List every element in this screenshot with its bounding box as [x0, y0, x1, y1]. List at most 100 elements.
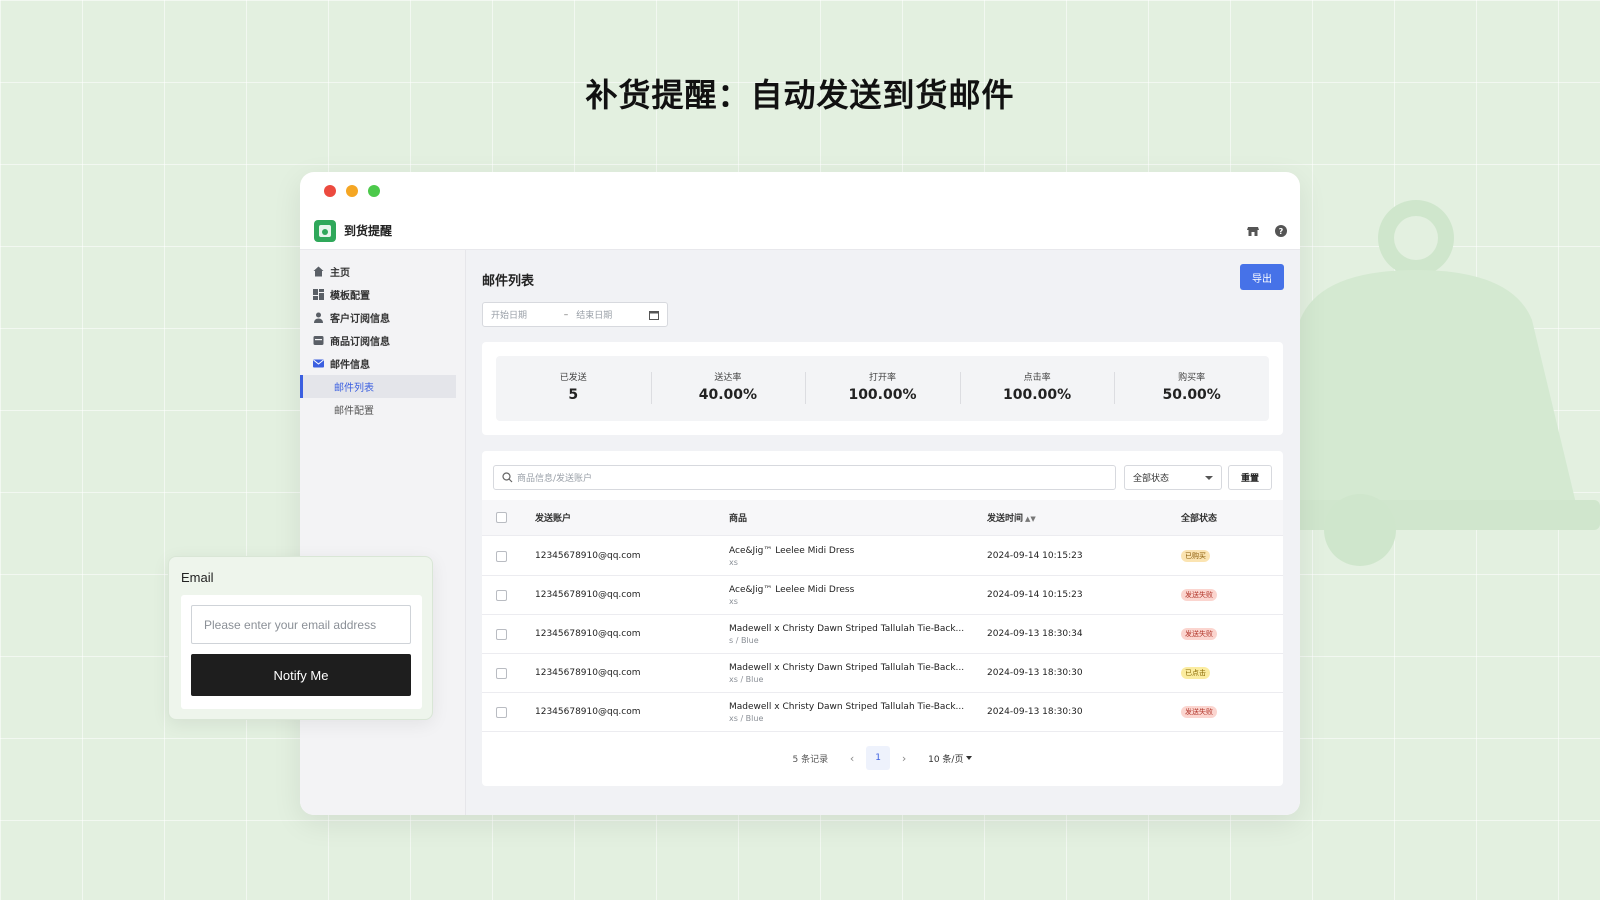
- user-icon: [312, 312, 324, 324]
- column-header-product: 商品: [729, 514, 748, 524]
- row-product[interactable]: Ace&Jig™ Leelee Midi Dress: [729, 585, 967, 595]
- select-all-checkbox[interactable]: [496, 512, 507, 523]
- search-icon: [502, 472, 513, 483]
- column-header-label: 发送时间: [987, 514, 1024, 524]
- row-variant: xs: [729, 596, 738, 606]
- maximize-window-button[interactable]: [368, 185, 380, 197]
- stat-delivery-rate: 送达率 40.00%: [650, 356, 806, 421]
- stat-value: 100.00%: [848, 387, 917, 403]
- sidebar-item-label: 邮件信息: [330, 360, 370, 371]
- table-row: 12345678910@qq.com Ace&Jig™ Leelee Midi …: [482, 537, 1283, 576]
- sidebar-item-templates[interactable]: 模板配置: [300, 283, 465, 306]
- sort-icon[interactable]: ▲▼: [1025, 515, 1036, 523]
- row-checkbox[interactable]: [496, 628, 507, 640]
- row-time: 2024-09-13 18:30:30: [987, 668, 1083, 678]
- email-field[interactable]: [191, 605, 411, 644]
- stat-value: 50.00%: [1162, 387, 1221, 403]
- stat-value: 5: [568, 387, 579, 403]
- sidebar-subitem-mail-list[interactable]: 邮件列表: [300, 375, 456, 398]
- row-time: 2024-09-13 18:30:34: [987, 629, 1083, 639]
- svg-text:?: ?: [1279, 227, 1284, 236]
- widget-title: Email: [181, 570, 214, 585]
- row-account: 12345678910@qq.com: [535, 551, 641, 561]
- row-time: 2024-09-14 10:15:23: [987, 551, 1083, 561]
- date-separator: –: [563, 309, 569, 320]
- status-badge: 已购买: [1181, 550, 1210, 562]
- sidebar-item-home[interactable]: 主页: [300, 260, 465, 283]
- row-product[interactable]: Madewell x Christy Dawn Striped Tallulah…: [729, 624, 967, 634]
- date-end-field[interactable]: 结束日期: [576, 308, 612, 321]
- sidebar-subitem-mail-config[interactable]: 邮件配置: [300, 398, 456, 421]
- reset-button[interactable]: 重置: [1228, 465, 1272, 490]
- status-filter-select[interactable]: 全部状态: [1124, 465, 1222, 490]
- row-account: 12345678910@qq.com: [535, 668, 641, 678]
- stat-label: 已发送: [559, 373, 587, 383]
- app-topbar: 到货提醒 ?: [300, 212, 1300, 250]
- table-header: 发送账户 商品 发送时间 ▲▼ 全部状态: [482, 500, 1283, 536]
- table-row: 12345678910@qq.com Madewell x Christy Da…: [482, 693, 1283, 732]
- table-row: 12345678910@qq.com Madewell x Christy Da…: [482, 654, 1283, 693]
- box-icon: [312, 335, 324, 347]
- sidebar-item-label: 客户订阅信息: [330, 314, 390, 325]
- row-product[interactable]: Madewell x Christy Dawn Striped Tallulah…: [729, 702, 967, 712]
- column-header-time[interactable]: 发送时间 ▲▼: [987, 511, 1181, 524]
- row-time: 2024-09-14 10:15:23: [987, 590, 1083, 600]
- status-badge: 发送失败: [1181, 706, 1217, 718]
- row-product[interactable]: Madewell x Christy Dawn Striped Tallulah…: [729, 663, 967, 673]
- page-size-select[interactable]: 10 条/页: [928, 752, 973, 765]
- home-icon: [312, 266, 324, 278]
- row-checkbox[interactable]: [496, 706, 507, 718]
- sidebar: 主页 模板配置 客户订阅信息 商品订阅信息 邮件信息 邮件列表 邮件配置: [300, 250, 466, 815]
- row-checkbox[interactable]: [496, 667, 507, 679]
- table-row: 12345678910@qq.com Ace&Jig™ Leelee Midi …: [482, 576, 1283, 615]
- date-start-field[interactable]: 开始日期: [491, 308, 527, 321]
- sidebar-item-label: 商品订阅信息: [330, 337, 390, 348]
- column-header-status: 全部状态: [1181, 514, 1218, 524]
- email-notify-widget: Email Notify Me: [168, 556, 433, 720]
- export-button[interactable]: 导出: [1240, 264, 1284, 290]
- window-controls: [324, 185, 380, 197]
- column-header-account: 发送账户: [535, 514, 572, 524]
- widget-form: Notify Me: [181, 595, 422, 709]
- minimize-window-button[interactable]: [346, 185, 358, 197]
- row-product[interactable]: Ace&Jig™ Leelee Midi Dress: [729, 546, 967, 556]
- status-badge: 发送失败: [1181, 628, 1217, 640]
- app-logo-icon: [314, 219, 336, 242]
- search-placeholder: 商品信息/发送账户: [517, 474, 593, 484]
- main-content: 邮件列表 导出 开始日期 – 结束日期 已发送 5 送达率 40.00% 打开率…: [466, 250, 1300, 815]
- help-icon[interactable]: ?: [1274, 224, 1288, 238]
- dashboard-icon: [312, 289, 324, 301]
- row-account: 12345678910@qq.com: [535, 707, 641, 717]
- mail-table-card: 商品信息/发送账户 全部状态 重置 发送账户 商品 发送时间 ▲▼ 全部状态 12…: [482, 451, 1283, 786]
- chevron-down-icon: [1205, 475, 1213, 480]
- close-window-button[interactable]: [324, 185, 336, 197]
- bell-decoration-icon: [1260, 200, 1600, 566]
- page-number[interactable]: 1: [866, 746, 891, 770]
- stats-card: 已发送 5 送达率 40.00% 打开率 100.00% 点击率 100.00%…: [482, 342, 1283, 435]
- sidebar-item-customer-subs[interactable]: 客户订阅信息: [300, 306, 465, 329]
- store-icon[interactable]: [1246, 224, 1260, 238]
- row-variant: s / Blue: [729, 635, 759, 645]
- stat-label: 打开率: [868, 373, 896, 383]
- pagination-total: 5 条记录: [792, 754, 829, 765]
- row-account: 12345678910@qq.com: [535, 629, 641, 639]
- row-checkbox[interactable]: [496, 589, 507, 601]
- stat-open-rate: 打开率 100.00%: [805, 356, 960, 421]
- date-range-picker[interactable]: 开始日期 – 结束日期: [482, 302, 668, 327]
- sidebar-item-product-subs[interactable]: 商品订阅信息: [300, 329, 465, 352]
- stat-label: 送达率: [714, 373, 742, 383]
- chevron-left-icon[interactable]: ‹: [842, 752, 862, 765]
- stat-click-rate: 点击率 100.00%: [959, 356, 1115, 421]
- chevron-right-icon[interactable]: ›: [894, 752, 914, 765]
- search-input[interactable]: 商品信息/发送账户: [493, 465, 1116, 490]
- table-row: 12345678910@qq.com Madewell x Christy Da…: [482, 615, 1283, 654]
- sidebar-item-mail[interactable]: 邮件信息: [300, 352, 465, 375]
- stat-value: 40.00%: [698, 387, 758, 403]
- sidebar-item-label: 主页: [330, 268, 350, 279]
- row-time: 2024-09-13 18:30:30: [987, 707, 1083, 717]
- row-checkbox[interactable]: [496, 550, 507, 562]
- status-filter-value: 全部状态: [1133, 474, 1170, 484]
- hero-title: 补货提醒：自动发送到货邮件: [585, 76, 1015, 114]
- notify-me-button[interactable]: Notify Me: [191, 654, 411, 696]
- pagination: 5 条记录 ‹ 1 › 10 条/页: [482, 746, 1283, 770]
